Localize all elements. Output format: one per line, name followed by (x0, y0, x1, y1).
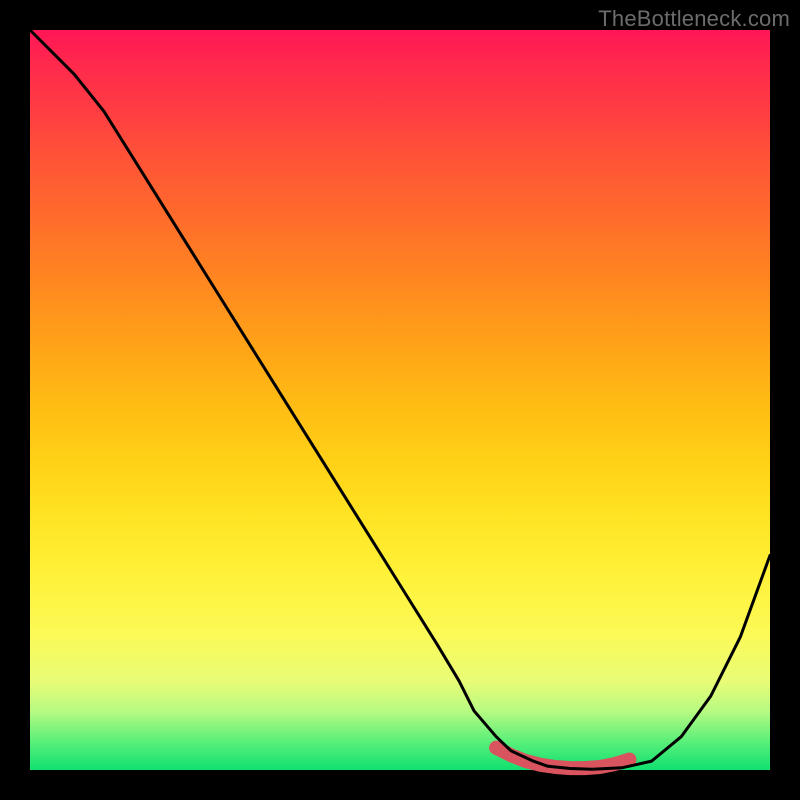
valley-marker (496, 748, 629, 768)
chart-frame: TheBottleneck.com (0, 0, 800, 800)
watermark-text: TheBottleneck.com (598, 6, 790, 32)
bottleneck-curve (30, 30, 770, 769)
plot-area (30, 30, 770, 770)
curve-svg (30, 30, 770, 770)
